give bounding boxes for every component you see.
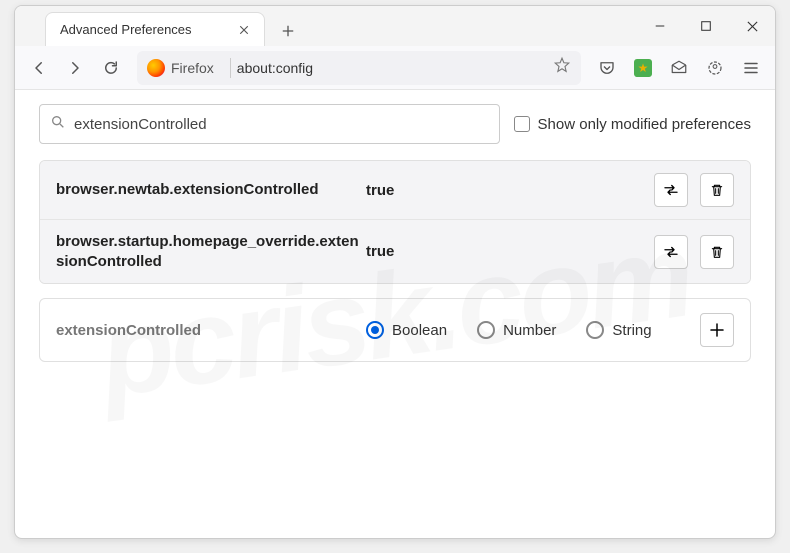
identity-label: Firefox <box>171 60 214 76</box>
tab-title: Advanced Preferences <box>60 22 234 37</box>
radio-number[interactable]: Number <box>477 321 556 339</box>
new-tab-button[interactable] <box>273 16 303 46</box>
browser-tab[interactable]: Advanced Preferences <box>45 12 265 46</box>
profile-button[interactable] <box>699 52 731 84</box>
preferences-list: browser.newtab.extensionControlled true … <box>39 160 751 284</box>
extension-button[interactable]: ★ <box>627 52 659 84</box>
page-content: Show only modified preferences browser.n… <box>15 90 775 376</box>
checkbox-icon <box>514 116 530 132</box>
back-button[interactable] <box>23 52 55 84</box>
extension-icon: ★ <box>634 59 652 77</box>
new-pref-row: extensionControlled Boolean Number Strin… <box>39 298 751 362</box>
radio-icon <box>586 321 604 339</box>
maximize-button[interactable] <box>683 6 729 46</box>
minimize-button[interactable] <box>637 6 683 46</box>
url-text: about:config <box>237 60 553 76</box>
search-box[interactable] <box>39 104 500 144</box>
new-pref-name: extensionControlled <box>56 322 366 339</box>
add-pref-button[interactable] <box>700 313 734 347</box>
pref-value: true <box>366 243 654 260</box>
identity-box[interactable]: Firefox <box>147 59 224 77</box>
mail-button[interactable] <box>663 52 695 84</box>
search-icon <box>50 114 66 135</box>
menu-button[interactable] <box>735 52 767 84</box>
delete-button[interactable] <box>700 235 734 269</box>
reload-button[interactable] <box>95 52 127 84</box>
toggle-button[interactable] <box>654 235 688 269</box>
pref-name: browser.newtab.extensionControlled <box>56 180 366 200</box>
type-options: Boolean Number String <box>366 321 700 339</box>
show-modified-checkbox[interactable]: Show only modified preferences <box>514 116 751 133</box>
firefox-icon <box>147 59 165 77</box>
pref-actions <box>654 173 734 207</box>
pocket-button[interactable] <box>591 52 623 84</box>
search-row: Show only modified preferences <box>39 104 751 144</box>
close-window-button[interactable] <box>729 6 775 46</box>
radio-icon <box>477 321 495 339</box>
radio-boolean[interactable]: Boolean <box>366 321 447 339</box>
title-bar: Advanced Preferences <box>15 6 775 46</box>
pref-actions <box>654 235 734 269</box>
radio-label: String <box>612 322 651 339</box>
pref-name: browser.startup.homepage_override.extens… <box>56 232 366 271</box>
pref-value: true <box>366 182 654 199</box>
browser-window: Advanced Preferences <box>14 5 776 539</box>
close-tab-icon[interactable] <box>234 20 254 40</box>
radio-string[interactable]: String <box>586 321 651 339</box>
pref-row: browser.startup.homepage_override.extens… <box>40 220 750 283</box>
pref-row: browser.newtab.extensionControlled true <box>40 161 750 220</box>
checkbox-label: Show only modified preferences <box>538 116 751 133</box>
tabs-area: Advanced Preferences <box>15 6 637 46</box>
radio-label: Number <box>503 322 556 339</box>
radio-icon <box>366 321 384 339</box>
forward-button[interactable] <box>59 52 91 84</box>
bookmark-star-icon[interactable] <box>553 56 571 79</box>
separator <box>230 58 231 78</box>
toggle-button[interactable] <box>654 173 688 207</box>
window-controls <box>637 6 775 46</box>
radio-label: Boolean <box>392 322 447 339</box>
navigation-toolbar: Firefox about:config ★ <box>15 46 775 90</box>
search-input[interactable] <box>74 116 489 133</box>
delete-button[interactable] <box>700 173 734 207</box>
address-bar[interactable]: Firefox about:config <box>137 51 581 85</box>
